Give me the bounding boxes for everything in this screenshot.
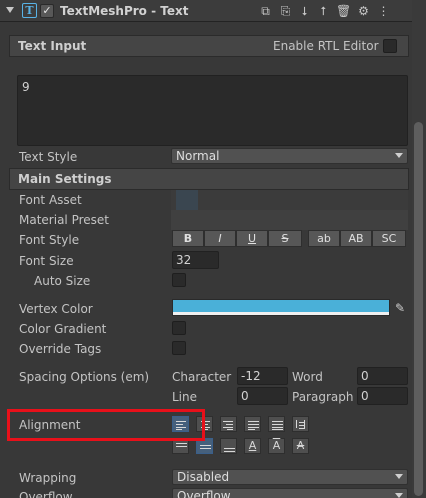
font-size-label: Font Size (19, 254, 74, 268)
override-tags-checkbox[interactable] (172, 341, 186, 355)
alpha-bar (173, 312, 389, 315)
character-spacing-field[interactable]: -12 (237, 367, 288, 385)
paragraph-spacing-field[interactable]: 0 (357, 387, 408, 405)
sliders-icon[interactable]: ⚙ (356, 3, 371, 19)
align-middle-icon (200, 442, 211, 450)
italic-button[interactable]: I (204, 230, 236, 247)
smallcaps-button[interactable]: SC (372, 230, 406, 247)
text-input-section[interactable]: Text Input Enable RTL Editor (9, 35, 409, 57)
align-capline-button[interactable]: A (292, 438, 309, 454)
align-geometry-center-button[interactable] (292, 416, 309, 432)
eyedropper-icon[interactable]: ✎ (392, 300, 408, 316)
word-spacing-label: Word (292, 370, 323, 384)
word-spacing-field[interactable]: 0 (357, 367, 408, 385)
color-gradient-checkbox[interactable] (172, 321, 186, 335)
text-icon: T (22, 3, 37, 18)
arrow-down-icon[interactable]: ⭣ (297, 3, 312, 19)
foldout-arrow-icon[interactable] (6, 7, 14, 13)
align-flush-button[interactable] (268, 416, 285, 432)
trash-icon[interactable]: 🗑 (336, 3, 351, 19)
font-asset-field[interactable] (171, 190, 408, 210)
align-right-button[interactable] (220, 416, 237, 432)
align-geometry-center-icon (296, 420, 305, 429)
section-title: Main Settings (18, 172, 112, 186)
align-top-icon (176, 442, 187, 450)
align-bottom-icon (224, 442, 235, 452)
section-title: Text Input (18, 39, 87, 53)
underline-button[interactable]: U (236, 230, 268, 247)
chevron-down-icon (395, 474, 403, 479)
component-title: TextMeshPro - Text (60, 4, 189, 18)
override-tags-label: Override Tags (19, 342, 102, 356)
spacing-options-label: Spacing Options (em) (19, 370, 150, 384)
text-style-value: Normal (176, 149, 220, 163)
line-spacing-field[interactable]: 0 (237, 387, 288, 405)
align-baseline-button[interactable]: A (244, 438, 261, 454)
text-input-value: 9 (22, 80, 30, 94)
copy-icon[interactable]: ⧉ (258, 3, 273, 19)
font-asset-label: Font Asset (19, 193, 82, 207)
uppercase-button[interactable]: AB (340, 230, 372, 247)
wrapping-label: Wrapping (19, 471, 77, 485)
rtl-editor-checkbox[interactable] (383, 39, 397, 53)
overflow-dropdown[interactable]: Overflow (172, 488, 408, 498)
character-spacing-label: Character (172, 370, 232, 384)
wrapping-value: Disabled (177, 470, 230, 484)
align-right-icon (223, 420, 233, 430)
align-justified-button[interactable] (244, 416, 261, 432)
text-style-label: Text Style (19, 150, 78, 164)
auto-size-label: Auto Size (34, 274, 91, 288)
font-style-label: Font Style (19, 233, 80, 247)
paste-icon[interactable]: ⎘ (278, 3, 293, 19)
scrollbar-thumb[interactable] (414, 122, 423, 496)
more-icon[interactable]: ⋮ (376, 3, 391, 19)
overflow-label: Overflow (19, 490, 73, 498)
overflow-value: Overflow (177, 489, 231, 498)
auto-size-checkbox[interactable] (172, 273, 186, 287)
arrow-up-icon[interactable]: ⭡ (316, 3, 331, 19)
alignment-highlight-box (7, 409, 205, 441)
font-asset-thumbnail (176, 190, 198, 210)
component-header: T ✓ TextMeshPro - Text ⧉ ⎘ ⭣ ⭡ 🗑 ⚙ ⋮ (0, 0, 412, 22)
wrapping-dropdown[interactable]: Disabled (172, 469, 408, 485)
align-justified-icon (248, 420, 259, 430)
align-midline-button[interactable]: A (268, 438, 285, 454)
vertex-color-swatch[interactable] (172, 299, 390, 316)
component-enabled-checkbox[interactable]: ✓ (40, 4, 54, 18)
strikethrough-button[interactable]: S (268, 230, 302, 247)
align-flush-icon (272, 420, 283, 430)
chevron-down-icon (395, 493, 403, 498)
font-size-field[interactable]: 32 (172, 251, 219, 269)
text-style-dropdown[interactable]: Normal (171, 148, 408, 164)
main-settings-section[interactable]: Main Settings (9, 168, 409, 190)
align-bottom-button[interactable] (220, 438, 237, 454)
chevron-down-icon (395, 153, 403, 158)
text-input-area[interactable]: 9 (17, 75, 408, 146)
material-preset-field[interactable] (171, 210, 408, 230)
lowercase-button[interactable]: ab (308, 230, 340, 247)
line-spacing-label: Line (172, 390, 198, 404)
color-gradient-label: Color Gradient (19, 322, 107, 336)
rtl-label: Enable RTL Editor (273, 39, 379, 53)
paragraph-spacing-label: Paragraph (292, 390, 354, 404)
vertex-color-label: Vertex Color (19, 302, 93, 316)
bold-button[interactable]: B (172, 230, 204, 247)
material-preset-label: Material Preset (19, 213, 109, 227)
